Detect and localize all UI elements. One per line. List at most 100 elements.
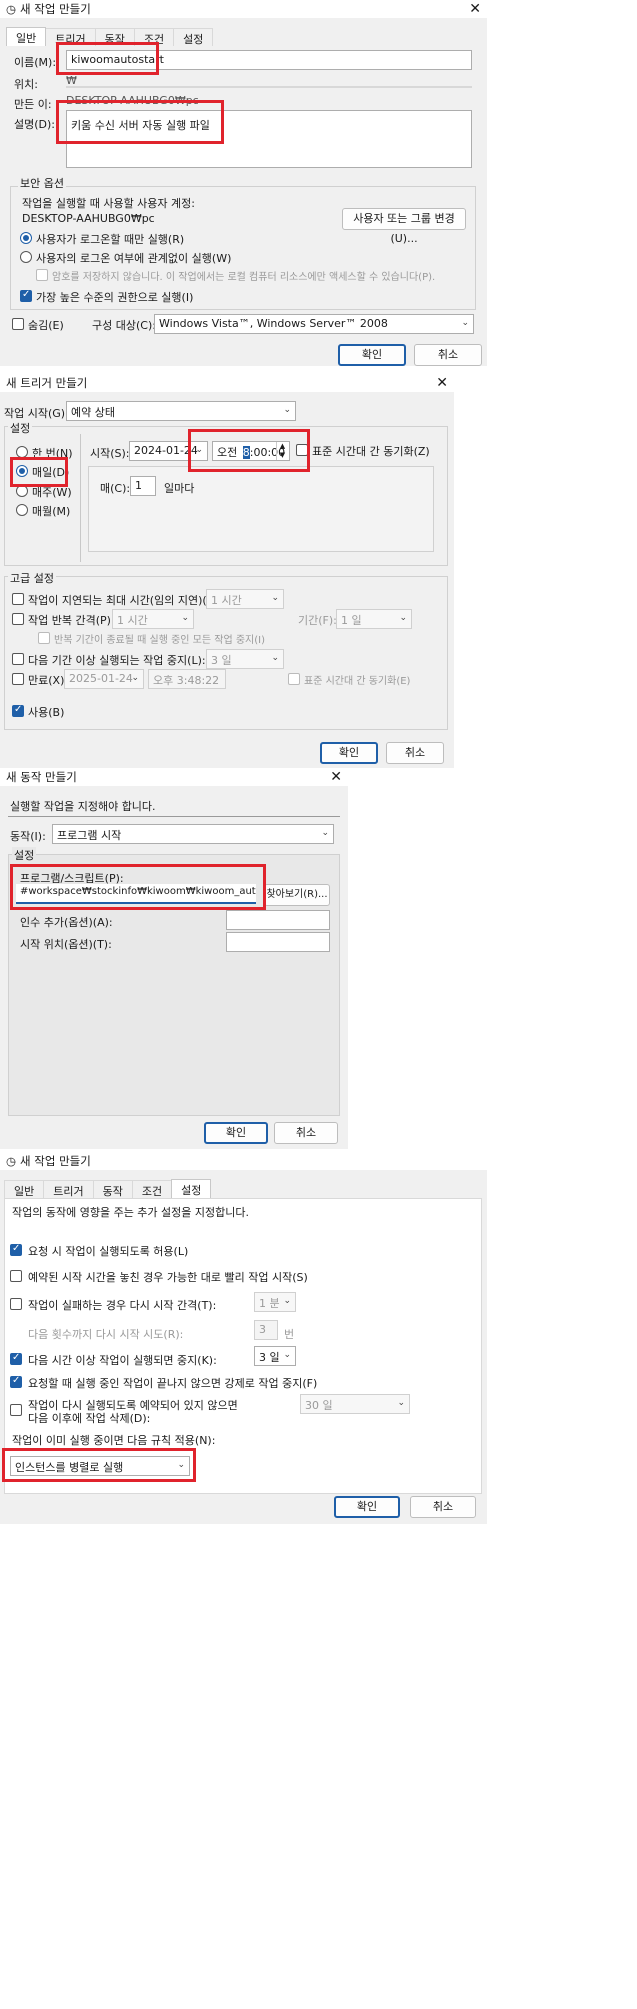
delete-task-label-line2: 다음 이후에 작업 삭제(D): xyxy=(28,1412,151,1425)
hidden-checkbox[interactable] xyxy=(12,318,24,330)
subtitle-separator xyxy=(8,816,340,817)
create-task-dialog: ◷ 새 작업 만들기 ✕ 일반 트리거 동작 조건 설정 이름(M): kiwo… xyxy=(0,0,487,366)
dialog-title: 새 동작 만들기 xyxy=(6,770,77,784)
force-stop-checkbox[interactable] xyxy=(10,1375,22,1388)
expire-label: 만료(X): xyxy=(28,674,69,687)
run-missed-checkbox[interactable] xyxy=(10,1270,22,1282)
ok-button[interactable]: 확인 xyxy=(338,344,406,366)
stop-longer-label: 다음 시간 이상 작업이 실행되면 중지(K): xyxy=(28,1354,217,1367)
name-input[interactable]: kiwoomautostart xyxy=(66,50,472,70)
args-label: 인수 추가(옵션)(A): xyxy=(20,916,113,929)
startin-input[interactable] xyxy=(226,932,330,952)
no-password-checkbox[interactable] xyxy=(36,269,48,281)
cancel-button[interactable]: 취소 xyxy=(274,1122,338,1144)
change-user-button[interactable]: 사용자 또는 그룹 변경(U)... xyxy=(342,208,466,245)
logon-only-radio[interactable] xyxy=(20,232,32,244)
delay-value: 1 시간 xyxy=(211,594,242,607)
start-label: 시작(S): xyxy=(90,447,130,460)
action-select[interactable]: 프로그램 시작 ⌄ xyxy=(52,824,334,844)
stop-longer-checkbox[interactable] xyxy=(12,653,24,665)
expire-checkbox[interactable] xyxy=(12,673,24,685)
sync-timezone-checkbox[interactable] xyxy=(296,444,308,456)
title-bar: ◷ 새 작업 만들기 xyxy=(0,1152,487,1170)
stop-longer-select[interactable]: 3 일 ⌄ xyxy=(254,1346,296,1366)
duration-select[interactable]: 1 일 ⌄ xyxy=(336,609,412,629)
stop-all-checkbox[interactable] xyxy=(38,632,50,644)
chevron-down-icon: ⌄ xyxy=(271,593,279,603)
stop-all-label: 반복 기간이 종료될 때 실행 중인 모든 작업 중지(I) xyxy=(54,635,265,646)
cancel-button[interactable]: 취소 xyxy=(386,742,444,764)
recur-unit: 일마다 xyxy=(164,482,195,495)
regardless-radio[interactable] xyxy=(20,251,32,263)
ok-button[interactable]: 확인 xyxy=(320,742,378,764)
delay-checkbox[interactable] xyxy=(12,593,24,605)
location-underline xyxy=(66,86,472,88)
start-date-picker[interactable]: 2024-01-24 ⌄ xyxy=(129,441,208,461)
stop-longer-checkbox[interactable] xyxy=(10,1352,22,1365)
close-icon[interactable]: ✕ xyxy=(436,374,448,392)
create-task-settings-dialog: ◷ 새 작업 만들기 일반 트리거 동작 조건 설정 작업의 동작에 영향을 주… xyxy=(0,1152,487,1524)
dialog-title: 새 작업 만들기 xyxy=(20,2,91,16)
delete-after-value: 30 일 xyxy=(305,1399,333,1412)
enabled-checkbox[interactable] xyxy=(12,704,24,717)
delete-task-checkbox[interactable] xyxy=(10,1404,22,1416)
settings-intro: 작업의 동작에 영향을 주는 추가 설정을 지정합니다. xyxy=(12,1206,249,1219)
duration-label: 기간(F): xyxy=(298,614,337,627)
delete-after-select[interactable]: 30 일 ⌄ xyxy=(300,1394,410,1414)
settings-title: 설정 xyxy=(8,420,33,436)
close-icon[interactable]: ✕ xyxy=(330,768,342,786)
daily-radio[interactable] xyxy=(16,465,28,477)
chevron-down-icon: ⌄ xyxy=(283,1296,291,1306)
run-missed-label: 예약된 시작 시간을 놓친 경우 가능한 대로 빨리 작업 시작(S) xyxy=(28,1271,308,1284)
author-value: DESKTOP-AAHUBG0₩pc xyxy=(66,94,199,107)
repeat-checkbox[interactable] xyxy=(12,613,24,625)
ok-button[interactable]: 확인 xyxy=(334,1496,400,1518)
expire-sync-checkbox[interactable] xyxy=(288,673,300,685)
regardless-label: 사용자의 로그온 여부에 관계없이 실행(W) xyxy=(36,252,232,265)
rule-select[interactable]: 인스턴스를 병렬로 실행 ⌄ xyxy=(10,1456,190,1476)
title-bar: ◷ 새 작업 만들기 ✕ xyxy=(0,0,487,18)
advanced-settings-title: 고급 설정 xyxy=(8,570,56,586)
clock-icon: ◷ xyxy=(6,2,17,16)
weekly-label: 매주(W) xyxy=(32,486,72,499)
description-input[interactable]: 키움 수신 서버 자동 실행 파일 xyxy=(66,110,472,168)
browse-button[interactable]: 찾아보기(R)... xyxy=(264,884,330,906)
recur-input[interactable]: 1 xyxy=(130,476,156,496)
args-input[interactable] xyxy=(226,910,330,930)
retry-input[interactable]: 3 xyxy=(254,1320,278,1340)
author-label: 만든 이: xyxy=(14,98,52,111)
cancel-button[interactable]: 취소 xyxy=(414,344,482,366)
monthly-radio[interactable] xyxy=(16,504,28,516)
configure-for-value: Windows Vista™, Windows Server™ 2008 xyxy=(159,317,388,330)
configure-for-select[interactable]: Windows Vista™, Windows Server™ 2008 ⌄ xyxy=(154,314,474,334)
delay-select[interactable]: 1 시간 ⌄ xyxy=(206,589,284,609)
ok-button[interactable]: 확인 xyxy=(204,1122,268,1144)
daily-label: 매일(D) xyxy=(32,466,70,479)
no-password-label: 암호를 저장하지 않습니다. 이 작업에서는 로컬 컴퓨터 리소스에만 액세스할… xyxy=(52,272,436,283)
clock-icon: ◷ xyxy=(6,1154,17,1168)
location-label: 위치: xyxy=(14,78,38,91)
chevron-down-icon: ⌄ xyxy=(283,405,291,415)
delay-label: 작업이 지연되는 최대 시간(임의 지연)(K): xyxy=(28,594,222,607)
expire-date-picker[interactable]: 2025-01-24 ⌄ xyxy=(64,669,144,689)
weekly-radio[interactable] xyxy=(16,485,28,497)
restart-interval-select[interactable]: 1 분 ⌄ xyxy=(254,1292,296,1312)
cancel-button[interactable]: 취소 xyxy=(410,1496,476,1518)
security-options-title: 보안 옵션 xyxy=(18,175,66,191)
begin-task-label: 작업 시작(G): xyxy=(4,407,69,420)
close-icon[interactable]: ✕ xyxy=(469,0,481,18)
repeat-select[interactable]: 1 시간 ⌄ xyxy=(112,609,194,629)
hidden-label: 숨김(E) xyxy=(28,319,64,332)
highest-privilege-checkbox[interactable] xyxy=(20,289,32,302)
title-bar: 새 동작 만들기 ✕ xyxy=(0,768,348,786)
once-radio[interactable] xyxy=(16,446,28,458)
allow-demand-checkbox[interactable] xyxy=(10,1243,22,1256)
startin-label: 시작 위치(옵션)(T): xyxy=(20,938,112,951)
begin-task-select[interactable]: 예약 상태 ⌄ xyxy=(66,401,296,421)
program-input[interactable]: #workspace₩stockinfo₩kiwoom₩kiwoom_auto_… xyxy=(16,884,256,904)
restart-fail-checkbox[interactable] xyxy=(10,1298,22,1310)
chevron-down-icon: ⌄ xyxy=(397,1398,405,1408)
time-spinner[interactable]: ▲ ▼ xyxy=(276,442,288,460)
stop-longer-select[interactable]: 3 일 ⌄ xyxy=(206,649,284,669)
expire-time-input[interactable]: 오후 3:48:22 xyxy=(148,669,226,689)
